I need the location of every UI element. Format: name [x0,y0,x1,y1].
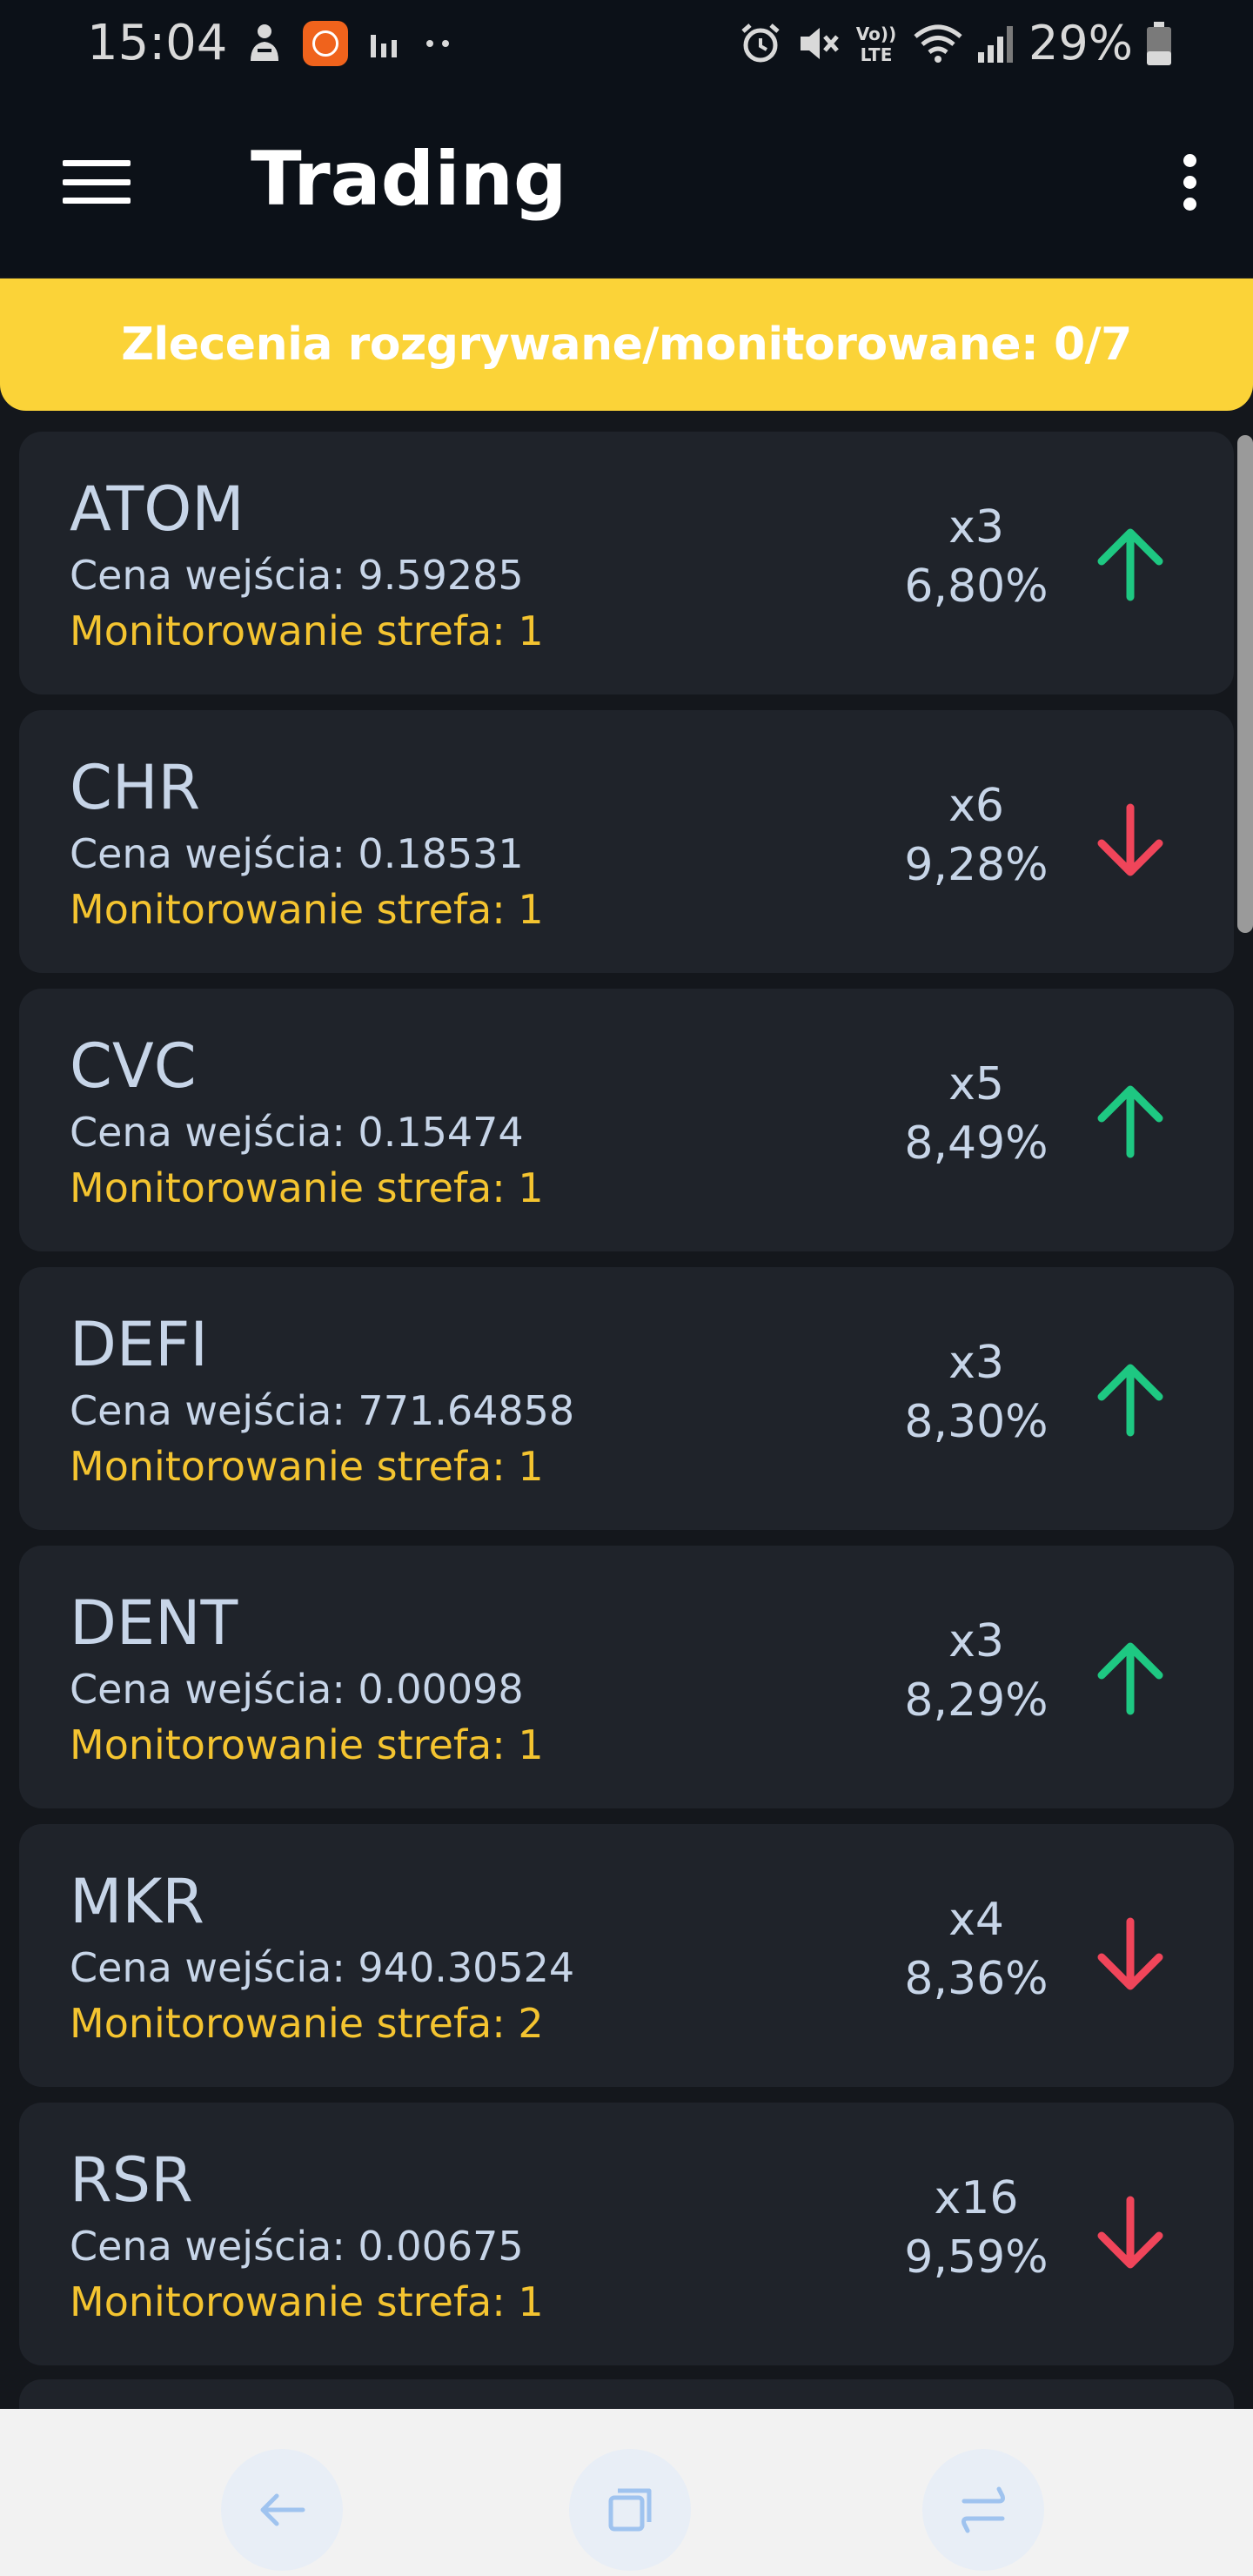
position-monitoring-zone: Monitorowanie strefa: 1 [70,1721,544,1768]
position-card-defi[interactable]: DEFI Cena wejścia: 771.64858 Monitorowan… [19,1267,1234,1530]
position-percent: 8,36% [904,1953,1049,2005]
position-monitoring-zone: Monitorowanie strefa: 1 [70,607,544,654]
app-bar: Trading [0,87,1253,277]
trading-screen: 15:04 Vo)) LTE 29% Trading Zlecenia rozg… [0,0,1253,2576]
status-bar: 15:04 Vo)) LTE 29% [0,0,1253,87]
orders-status-banner: Zlecenia rozgrywane/monitorowane: 0/7 [0,278,1253,411]
status-left-icons [245,17,456,70]
position-symbol: CHR [70,752,201,823]
position-percent: 8,30% [904,1396,1049,1448]
position-card-chr[interactable]: CHR Cena wejścia: 0.18531 Monitorowanie … [19,710,1234,973]
position-leverage: x4 [948,1894,1004,1946]
position-percent: 9,59% [904,2231,1049,2284]
position-leverage: x5 [948,1058,1004,1110]
position-symbol: ATOM [70,473,245,545]
position-entry-price: Cena wejścia: 0.18531 [70,830,524,877]
position-entry-price: Cena wejścia: 9.59285 [70,552,524,599]
position-card-cvc[interactable]: CVC Cena wejścia: 0.15474 Monitorowanie … [19,989,1234,1251]
menu-button[interactable] [49,144,144,219]
arrow-down-icon [1097,803,1163,876]
switch-icon [962,2486,1005,2533]
position-entry-price: Cena wejścia: 0.15474 [70,1109,524,1156]
arrow-up-icon [1097,1085,1163,1158]
page-title: Trading [251,136,567,223]
back-button[interactable] [221,2449,343,2571]
position-monitoring-zone: Monitorowanie strefa: 1 [70,1164,544,1211]
arrow-up-icon [1097,528,1163,601]
recents-icon [608,2488,652,2532]
position-percent: 6,80% [904,560,1049,613]
more-dots-icon [426,40,449,47]
position-monitoring-zone: Monitorowanie strefa: 1 [70,886,544,933]
wifi-icon [914,24,962,63]
position-leverage: x3 [948,501,1004,553]
position-entry-price: Cena wejścia: 940.30524 [70,1944,575,1991]
signal-bars-icon [371,35,397,57]
position-card-atom[interactable]: ATOM Cena wejścia: 9.59285 Monitorowanie… [19,432,1234,694]
orders-status-text: Zlecenia rozgrywane/monitorowane: 0/7 [121,319,1132,371]
position-symbol: RSR [70,2144,193,2216]
position-card-mkr[interactable]: MKR Cena wejścia: 940.30524 Monitorowani… [19,1824,1234,2087]
arrow-down-icon [1097,1917,1163,1990]
arrow-down-icon [1097,2196,1163,2269]
battery-icon [1147,22,1171,65]
status-right-icons: Vo)) LTE 29% [738,17,1173,70]
position-entry-price: Cena wejścia: 0.00098 [70,1666,524,1713]
volte-icon: Vo)) LTE [856,23,896,65]
position-leverage: x3 [948,1337,1004,1389]
arrow-up-icon [1097,1642,1163,1715]
position-symbol: MKR [70,1866,204,1937]
position-entry-price: Cena wejścia: 0.00675 [70,2223,524,2270]
position-monitoring-zone: Monitorowanie strefa: 1 [70,2278,544,2325]
status-time: 15:04 [87,15,228,71]
hamburger-menu-icon [63,160,131,204]
position-entry-price: Cena wejścia: 771.64858 [70,1387,575,1434]
position-leverage: x3 [948,1615,1004,1667]
position-symbol: DEFI [70,1309,209,1380]
position-card-dent[interactable]: DENT Cena wejścia: 0.00098 Monitorowanie… [19,1546,1234,1808]
position-symbol: CVC [70,1030,197,1102]
alarm-icon [741,23,780,63]
mi-app-icon [303,21,348,66]
position-card-rsr[interactable]: RSR Cena wejścia: 0.00675 Monitorowanie … [19,2103,1234,2365]
notification-icon [251,24,278,61]
position-leverage: x16 [934,2172,1019,2224]
navigation-bar [0,2409,1253,2576]
position-percent: 8,49% [904,1117,1049,1170]
position-percent: 8,29% [904,1674,1049,1727]
position-monitoring-zone: Monitorowanie strefa: 1 [70,1443,544,1490]
back-icon [260,2493,305,2526]
scrollbar[interactable] [1237,435,1253,933]
mute-icon [800,28,839,59]
position-percent: 9,28% [904,839,1049,891]
position-leverage: x6 [948,780,1004,832]
svg-text:Vo)): Vo)) [856,23,896,44]
more-vert-icon[interactable] [1150,144,1229,219]
svg-text:LTE: LTE [861,44,893,65]
position-symbol: DENT [70,1587,238,1659]
battery-percent: 29% [1028,16,1133,70]
position-monitoring-zone: Monitorowanie strefa: 2 [70,2000,544,2047]
recents-button[interactable] [569,2449,691,2571]
arrow-up-icon [1097,1364,1163,1437]
switch-button[interactable] [922,2449,1044,2571]
cell-signal-icon [977,26,1013,63]
